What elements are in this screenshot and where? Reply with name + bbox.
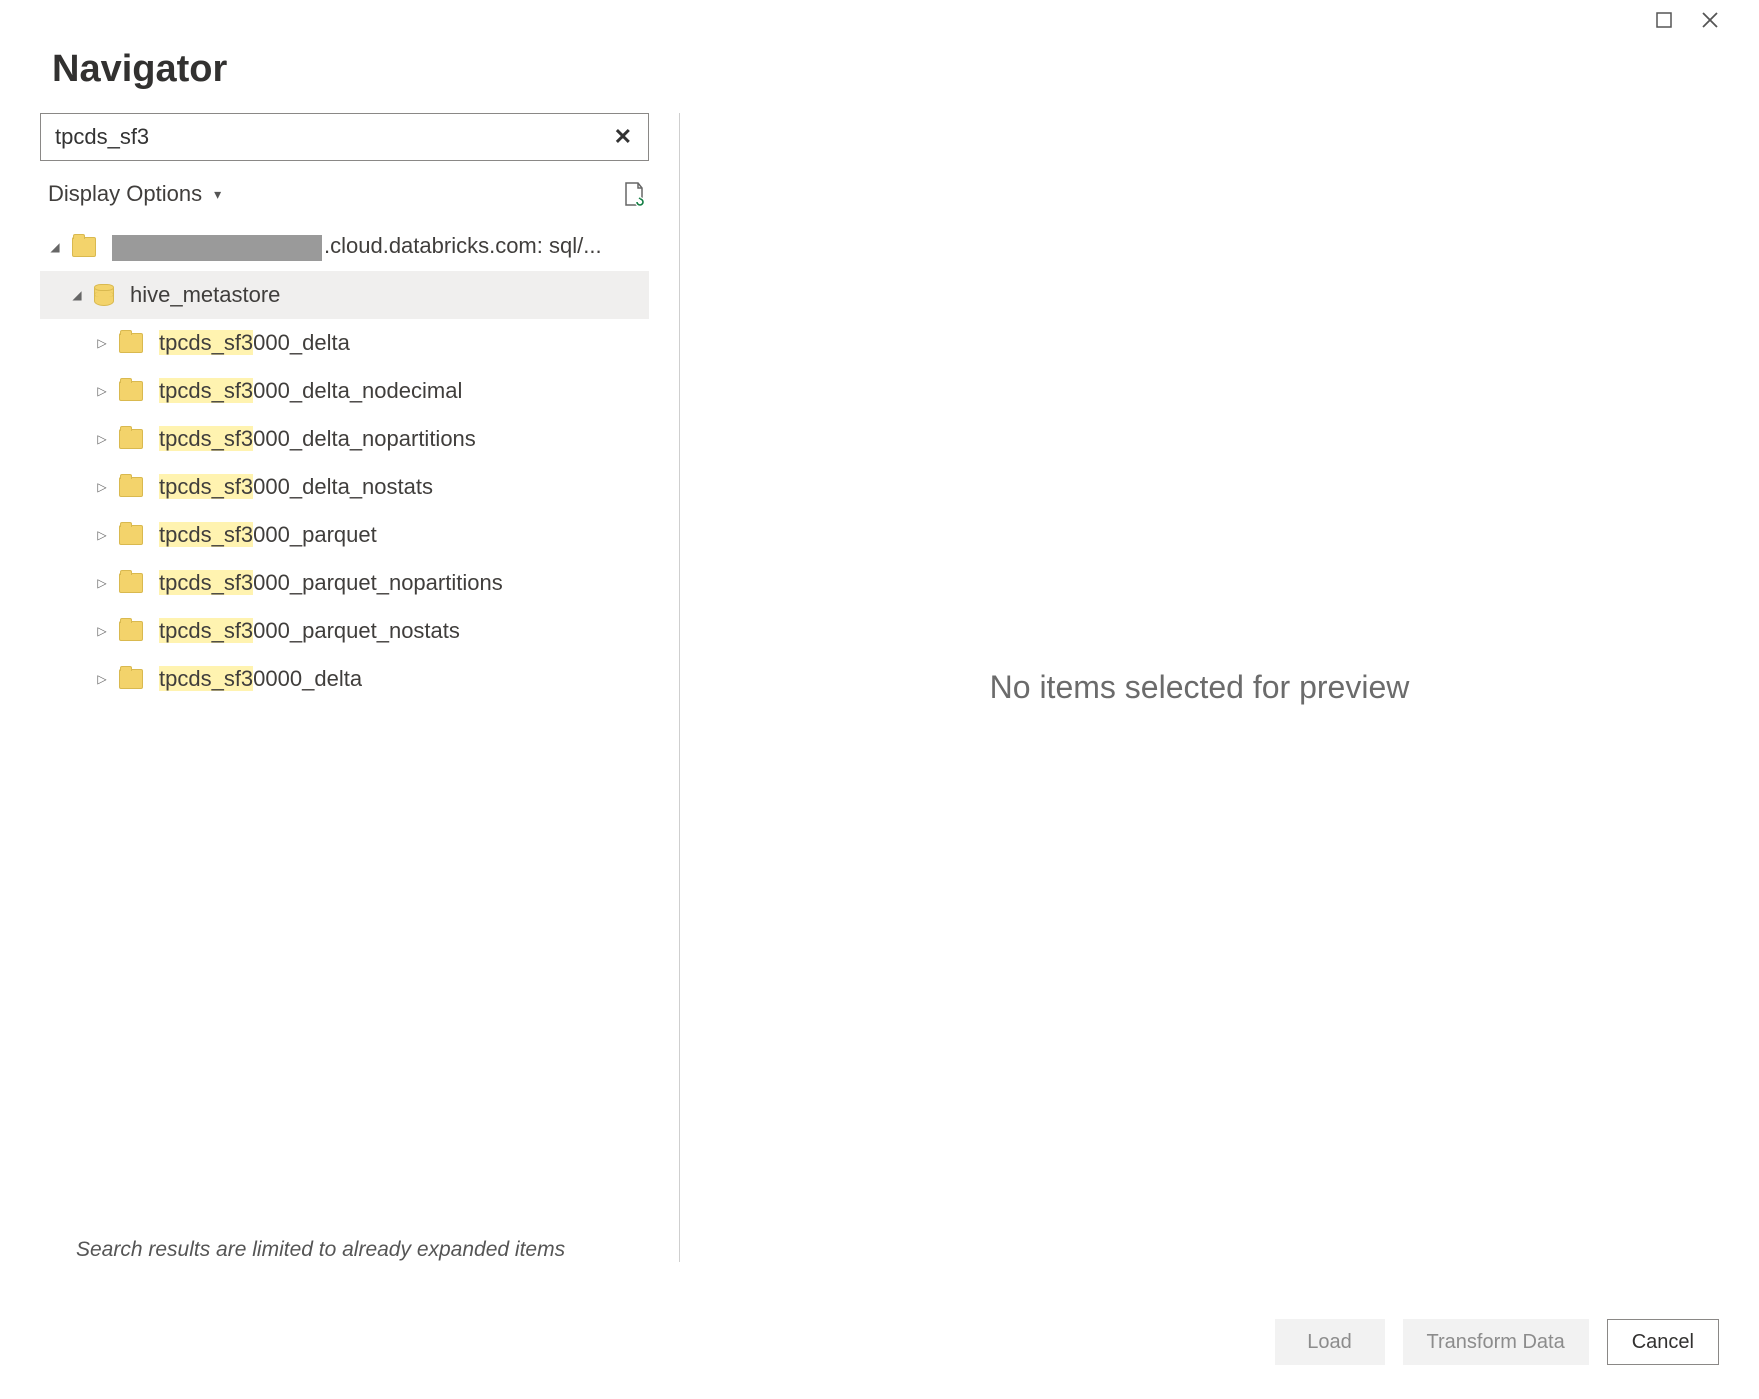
schema-node-label: tpcds_sf3000_delta_nostats [159, 474, 433, 500]
content-area: ✕ Display Options ▾ [40, 113, 1719, 1262]
search-input[interactable] [53, 123, 610, 151]
search-highlight: tpcds_sf3 [159, 330, 253, 355]
folder-icon [119, 525, 143, 545]
tree-schema-node[interactable]: tpcds_sf30000_delta [40, 655, 649, 703]
expand-toggle-icon[interactable] [95, 334, 109, 352]
window-titlebar [40, 0, 1719, 40]
label-rest: 000_parquet [253, 522, 377, 547]
search-highlight: tpcds_sf3 [159, 618, 253, 643]
expand-toggle-icon[interactable] [95, 382, 109, 400]
preview-pane: No items selected for preview [680, 113, 1719, 1262]
schema-node-label: tpcds_sf3000_delta_nopartitions [159, 426, 476, 452]
search-highlight: tpcds_sf3 [159, 522, 253, 547]
expand-toggle-icon[interactable] [95, 478, 109, 496]
tree-root-node[interactable]: .cloud.databricks.com: sql/... [40, 223, 649, 271]
search-highlight: tpcds_sf3 [159, 426, 253, 451]
chevron-down-icon: ▾ [214, 186, 221, 203]
tree-schema-node[interactable]: tpcds_sf3000_delta_nopartitions [40, 415, 649, 463]
search-highlight: tpcds_sf3 [159, 474, 253, 499]
label-rest: 000_delta_nodecimal [253, 378, 462, 403]
folder-icon [119, 381, 143, 401]
page-title: Navigator [52, 48, 1719, 91]
expand-toggle-icon[interactable] [48, 238, 62, 256]
preview-empty-message: No items selected for preview [990, 669, 1410, 706]
close-button[interactable] [1701, 11, 1719, 29]
schema-node-label: tpcds_sf30000_delta [159, 666, 362, 692]
navigator-tree[interactable]: .cloud.databricks.com: sql/... hive_meta… [40, 223, 649, 1228]
tree-schema-node[interactable]: tpcds_sf3000_delta_nostats [40, 463, 649, 511]
search-highlight: tpcds_sf3 [159, 378, 253, 403]
schema-node-label: tpcds_sf3000_parquet [159, 522, 377, 548]
folder-icon [119, 573, 143, 593]
label-rest: 000_parquet_nopartitions [253, 570, 503, 595]
refresh-icon[interactable] [621, 181, 645, 207]
dialog-footer: Load Transform Data Cancel [1275, 1319, 1719, 1365]
tree-schema-node[interactable]: tpcds_sf3000_delta [40, 319, 649, 367]
expand-toggle-icon[interactable] [70, 286, 84, 304]
redacted-host [112, 235, 322, 261]
folder-icon [119, 477, 143, 497]
search-hint: Search results are limited to already ex… [76, 1238, 649, 1262]
load-button[interactable]: Load [1275, 1319, 1385, 1365]
schema-node-label: tpcds_sf3000_delta [159, 330, 350, 356]
schema-node-label: tpcds_sf3000_delta_nodecimal [159, 378, 462, 404]
tree-schema-node[interactable]: tpcds_sf3000_parquet [40, 511, 649, 559]
expand-toggle-icon[interactable] [95, 622, 109, 640]
schema-node-label: tpcds_sf3000_parquet_nopartitions [159, 570, 503, 596]
search-highlight: tpcds_sf3 [159, 570, 253, 595]
tree-schema-node[interactable]: tpcds_sf3000_delta_nodecimal [40, 367, 649, 415]
label-rest: 000_delta_nopartitions [253, 426, 476, 451]
folder-icon [119, 669, 143, 689]
transform-data-button[interactable]: Transform Data [1403, 1319, 1589, 1365]
expand-toggle-icon[interactable] [95, 430, 109, 448]
label-rest: 0000_delta [253, 666, 362, 691]
clear-search-icon[interactable]: ✕ [610, 124, 636, 150]
label-rest: 000_delta_nostats [253, 474, 433, 499]
label-rest: 000_parquet_nostats [253, 618, 460, 643]
folder-icon [119, 333, 143, 353]
display-options-label: Display Options [48, 181, 202, 207]
schema-node-label: tpcds_sf3000_parquet_nostats [159, 618, 460, 644]
folder-icon [119, 621, 143, 641]
folder-icon [72, 237, 96, 257]
maximize-button[interactable] [1655, 11, 1673, 29]
folder-icon [119, 429, 143, 449]
display-options-dropdown[interactable]: Display Options ▾ [48, 181, 221, 207]
tree-schema-node[interactable]: tpcds_sf3000_parquet_nostats [40, 607, 649, 655]
database-icon [94, 284, 114, 306]
label-rest: 000_delta [253, 330, 350, 355]
cancel-button[interactable]: Cancel [1607, 1319, 1719, 1365]
hive-node-label: hive_metastore [130, 282, 280, 308]
tree-hive-node[interactable]: hive_metastore [40, 271, 649, 319]
expand-toggle-icon[interactable] [95, 670, 109, 688]
expand-toggle-icon[interactable] [95, 574, 109, 592]
tree-schema-node[interactable]: tpcds_sf3000_parquet_nopartitions [40, 559, 649, 607]
left-pane: ✕ Display Options ▾ [40, 113, 680, 1262]
search-box[interactable]: ✕ [40, 113, 649, 161]
search-highlight: tpcds_sf3 [159, 666, 253, 691]
expand-toggle-icon[interactable] [95, 526, 109, 544]
navigator-dialog: Navigator ✕ Display Options ▾ [0, 0, 1759, 1399]
root-node-label: .cloud.databricks.com: sql/... [112, 233, 602, 260]
options-row: Display Options ▾ [40, 181, 649, 207]
